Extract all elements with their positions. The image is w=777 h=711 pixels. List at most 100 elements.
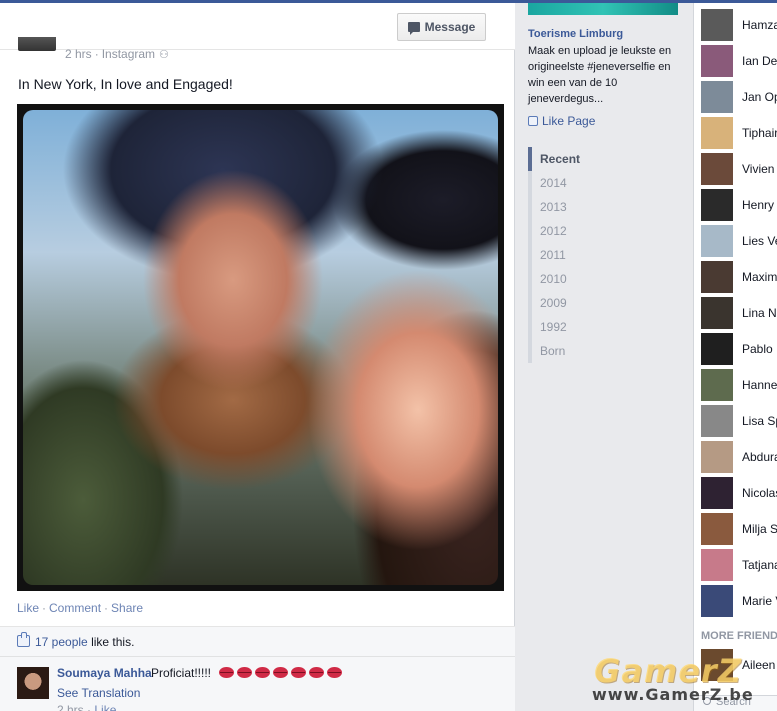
ad-banner-image[interactable] — [528, 3, 678, 15]
post-photo-frame[interactable] — [17, 104, 504, 591]
chat-friend[interactable]: Lina Na — [701, 297, 777, 329]
post-photo[interactable] — [23, 110, 498, 585]
kiss-emoticon — [219, 667, 234, 678]
friend-avatar — [701, 225, 733, 257]
chat-friend[interactable]: Maxim — [701, 261, 777, 293]
friend-name: Pablo — [742, 342, 773, 356]
post-actions: Like · Comment · Share — [17, 601, 143, 615]
friend-avatar — [701, 585, 733, 617]
friend-name: Ian De — [742, 54, 777, 68]
see-translation-link[interactable]: See Translation — [57, 686, 140, 700]
post-text: In New York, In love and Engaged! — [18, 76, 233, 92]
likes-bar: 17 people like this. — [0, 626, 515, 656]
middle-column: Toerisme Limburg Maak en upload je leuks… — [516, 3, 693, 711]
friend-name: Henry — [742, 198, 775, 212]
comment-time[interactable]: 2 hrs — [57, 703, 84, 711]
friend-name: Tiphair — [742, 126, 777, 140]
comment-author[interactable]: Soumaya Mahha — [57, 666, 152, 680]
friend-name: Tatjana — [742, 558, 777, 572]
timeline-year-item[interactable]: 1992 — [532, 315, 598, 339]
chat-friend[interactable]: Henry — [701, 189, 777, 221]
ad-page-name[interactable]: Toerisme Limburg — [528, 28, 623, 40]
kiss-emoticon — [327, 667, 342, 678]
chat-friend[interactable]: Marie V — [701, 585, 777, 617]
friends-audience-icon[interactable]: ⚇ — [159, 48, 169, 61]
friend-name: Nicolas — [742, 486, 777, 500]
chat-friend[interactable]: Tiphair — [701, 117, 777, 149]
chat-friend[interactable]: Tatjana — [701, 549, 777, 581]
kiss-emoticon — [255, 667, 270, 678]
comment-text: Proficiat!!!!! — [151, 666, 212, 680]
friend-name: Abdura — [742, 450, 777, 464]
friend-avatar — [701, 333, 733, 365]
thumbs-up-icon — [528, 116, 538, 126]
chat-friend[interactable]: Pablo — [701, 333, 777, 365]
action-separator: · — [42, 601, 47, 615]
more-friends-heading: MORE FRIENDS — [701, 630, 777, 642]
friend-avatar — [701, 117, 733, 149]
friend-name: Milja S — [742, 522, 777, 536]
post-time[interactable]: 2 hrs — [65, 47, 92, 61]
friend-avatar — [701, 549, 733, 581]
timeline-year-item[interactable]: 2011 — [532, 243, 598, 267]
friend-avatar — [701, 81, 733, 113]
chat-friend[interactable]: Hamza — [701, 9, 777, 41]
post-header: 2 hrs · Instagram ⚇ Message — [0, 3, 515, 61]
friend-name: Lisa Sp — [742, 414, 777, 428]
comment-like-link[interactable]: Like — [94, 703, 116, 711]
chat-friend[interactable]: Vivien — [701, 153, 777, 185]
ad-description[interactable]: Maak en upload je leukste en origineelst… — [528, 43, 683, 107]
share-link[interactable]: Share — [111, 601, 143, 615]
message-button[interactable]: Message — [397, 13, 486, 41]
comment: Soumaya Mahha Proficiat!!!!! See Transla… — [0, 656, 515, 711]
friend-name: Lies Ve — [742, 234, 777, 248]
comment-link[interactable]: Comment — [49, 601, 101, 615]
post-card: 2 hrs · Instagram ⚇ Message In New York, In… — [0, 3, 515, 711]
message-icon — [407, 22, 420, 35]
chat-friend[interactable]: Ian De — [701, 45, 777, 77]
author-avatar[interactable] — [18, 37, 56, 51]
like-page-button[interactable]: Like Page — [528, 114, 595, 128]
chat-friend[interactable]: Nicolas — [701, 477, 777, 509]
watermark: GamerZ www.GamerZ.be — [590, 652, 777, 710]
comment-avatar[interactable] — [17, 667, 49, 699]
kiss-emoticon — [309, 667, 324, 678]
meta-separator: · — [94, 47, 99, 61]
friend-name: Vivien — [742, 162, 775, 176]
comment-meta: 2 hrs · Like — [57, 703, 116, 711]
action-separator: · — [104, 601, 109, 615]
timeline-year-item[interactable]: 2014 — [532, 171, 598, 195]
friend-name: Hamza — [742, 18, 777, 32]
chat-friend[interactable]: Abdura — [701, 441, 777, 473]
like-link[interactable]: Like — [17, 601, 39, 615]
friend-avatar — [701, 477, 733, 509]
timeline-year-item[interactable]: 2009 — [532, 291, 598, 315]
friend-avatar — [701, 9, 733, 41]
kiss-emoticon — [291, 667, 306, 678]
chat-friend[interactable]: Hanne — [701, 369, 777, 401]
friend-avatar — [701, 369, 733, 401]
timeline-year-item[interactable]: Recent — [528, 147, 598, 171]
post-source[interactable]: Instagram — [102, 47, 155, 61]
timeline-year-item[interactable]: 2012 — [532, 219, 598, 243]
likes-count-link[interactable]: 17 people — [35, 635, 88, 649]
friend-avatar — [701, 441, 733, 473]
chat-sidebar: AileenMarie VTatjanaMilja SNicolasAbdura… — [693, 3, 777, 711]
friend-name: Maxim — [742, 270, 777, 284]
friend-avatar — [701, 45, 733, 77]
friend-avatar — [701, 513, 733, 545]
chat-friend[interactable]: Lies Ve — [701, 225, 777, 257]
timeline-year-item[interactable]: Born — [532, 339, 598, 363]
timeline-year-item[interactable]: 2013 — [532, 195, 598, 219]
timeline-year-item[interactable]: 2010 — [532, 267, 598, 291]
chat-friend[interactable]: Milja S — [701, 513, 777, 545]
kiss-emoticon — [237, 667, 252, 678]
friend-avatar — [701, 189, 733, 221]
message-button-label: Message — [424, 20, 476, 34]
kiss-emoticons — [219, 667, 342, 678]
friend-name: Hanne — [742, 378, 777, 392]
chat-friend[interactable]: Jan Op — [701, 81, 777, 113]
chat-friend[interactable]: Lisa Sp — [701, 405, 777, 437]
kiss-emoticon — [273, 667, 288, 678]
like-page-label: Like Page — [542, 114, 596, 128]
